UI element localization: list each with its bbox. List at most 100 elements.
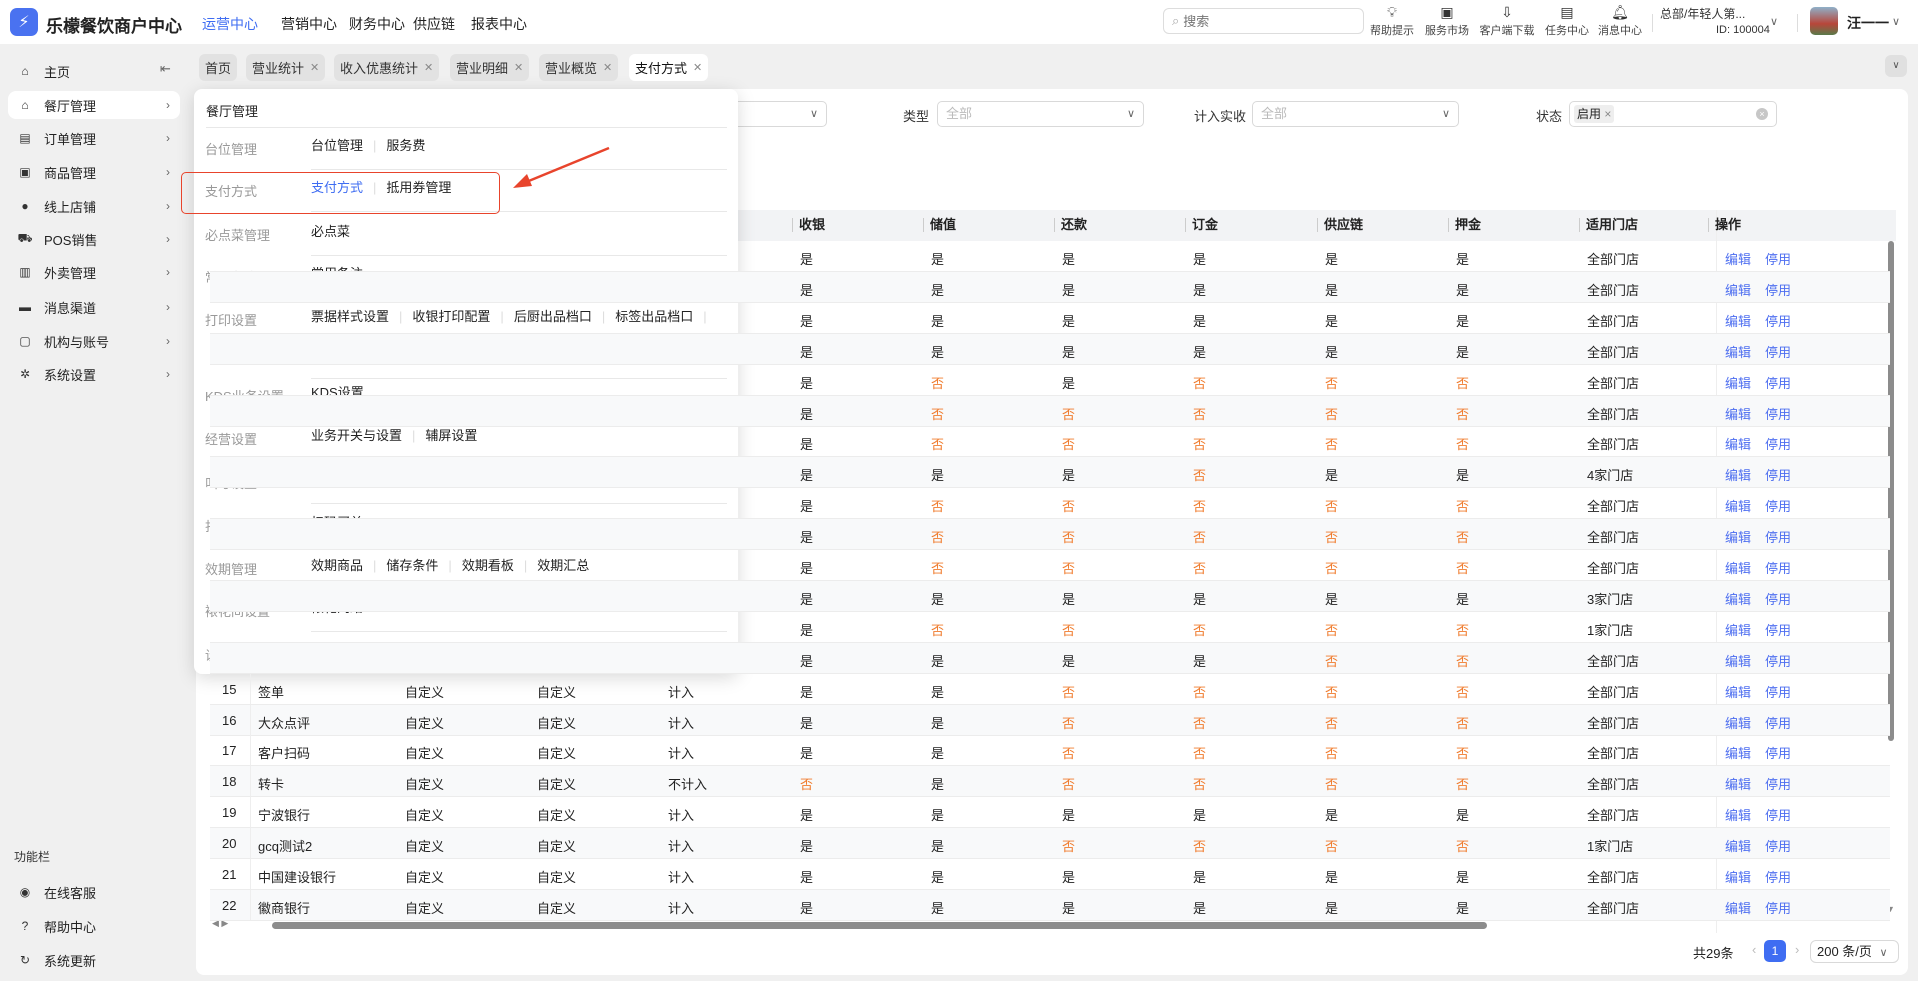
sidebar-item-4[interactable]: ● 线上店铺 › bbox=[8, 192, 180, 220]
edit-link[interactable]: 编辑 bbox=[1725, 713, 1751, 732]
topnav-0[interactable]: 运营中心 bbox=[202, 14, 258, 34]
chevron-down-icon[interactable]: ∨ bbox=[1770, 15, 1778, 28]
sidebar-item-7[interactable]: ▬ 消息渠道 › bbox=[8, 293, 180, 321]
prev-page-icon[interactable]: ‹ bbox=[1752, 942, 1756, 957]
menu-link[interactable]: 台位管理 bbox=[311, 138, 363, 153]
disable-link[interactable]: 停用 bbox=[1765, 713, 1791, 732]
edit-link[interactable]: 编辑 bbox=[1725, 898, 1751, 917]
disable-link[interactable]: 停用 bbox=[1765, 805, 1791, 824]
sidebar-bottom-1[interactable]: ? 帮助中心 bbox=[8, 912, 180, 940]
sidebar-item-3[interactable]: ▣ 商品管理 › bbox=[8, 158, 180, 186]
edit-link[interactable]: 编辑 bbox=[1725, 434, 1751, 453]
disable-link[interactable]: 停用 bbox=[1765, 774, 1791, 793]
disable-link[interactable]: 停用 bbox=[1765, 342, 1791, 361]
disable-link[interactable]: 停用 bbox=[1765, 280, 1791, 299]
disable-link[interactable]: 停用 bbox=[1765, 249, 1791, 268]
status-select[interactable]: 启用 × × bbox=[1569, 101, 1777, 127]
edit-link[interactable]: 编辑 bbox=[1725, 311, 1751, 330]
tool-bell[interactable]: 🔔︎ 消息中心 bbox=[1590, 4, 1650, 38]
income-select[interactable]: 全部 ∨ bbox=[1252, 101, 1459, 127]
edit-link[interactable]: 编辑 bbox=[1725, 342, 1751, 361]
sidebar-bottom-2[interactable]: ↻ 系统更新 bbox=[8, 946, 180, 974]
edit-link[interactable]: 编辑 bbox=[1725, 805, 1751, 824]
sidebar-item-1[interactable]: ⌂ 餐厅管理 › bbox=[8, 91, 180, 119]
disable-link[interactable]: 停用 bbox=[1765, 682, 1791, 701]
next-page-icon[interactable]: › bbox=[1795, 942, 1799, 957]
sidebar-item-2[interactable]: ▤ 订单管理 › bbox=[8, 124, 180, 152]
edit-link[interactable]: 编辑 bbox=[1725, 404, 1751, 423]
edit-link[interactable]: 编辑 bbox=[1725, 558, 1751, 577]
edit-link[interactable]: 编辑 bbox=[1725, 280, 1751, 299]
edit-link[interactable]: 编辑 bbox=[1725, 836, 1751, 855]
edit-link[interactable]: 编辑 bbox=[1725, 496, 1751, 515]
close-icon[interactable]: ✕ bbox=[310, 61, 319, 74]
search-box[interactable]: ⌕ bbox=[1163, 8, 1364, 34]
edit-link[interactable]: 编辑 bbox=[1725, 743, 1751, 762]
topnav-1[interactable]: 营销中心 bbox=[281, 14, 337, 34]
topnav-3[interactable]: 供应链 bbox=[413, 14, 455, 34]
clear-icon[interactable]: × bbox=[1756, 108, 1768, 120]
edit-link[interactable]: 编辑 bbox=[1725, 682, 1751, 701]
disable-link[interactable]: 停用 bbox=[1765, 496, 1791, 515]
tabs-more-button[interactable]: ∨ bbox=[1885, 55, 1907, 77]
disable-link[interactable]: 停用 bbox=[1765, 620, 1791, 639]
tab-2[interactable]: 收入优惠统计 ✕ bbox=[334, 54, 440, 81]
close-icon[interactable]: ✕ bbox=[693, 61, 702, 74]
chevron-down-icon[interactable]: ∨ bbox=[1892, 15, 1900, 28]
disable-link[interactable]: 停用 bbox=[1765, 558, 1791, 577]
tab-3[interactable]: 营业明细 ✕ bbox=[450, 54, 530, 81]
edit-link[interactable]: 编辑 bbox=[1725, 620, 1751, 639]
tool-download[interactable]: ⇩ 客户端下载 bbox=[1477, 4, 1537, 38]
tab-5[interactable]: 支付方式 ✕ bbox=[629, 54, 709, 81]
topnav-4[interactable]: 报表中心 bbox=[471, 14, 527, 34]
disable-link[interactable]: 停用 bbox=[1765, 836, 1791, 855]
disable-link[interactable]: 停用 bbox=[1765, 898, 1791, 917]
sidebar-item-8[interactable]: ▢ 机构与账号 › bbox=[8, 327, 180, 355]
sidebar-bottom-0[interactable]: ◉ 在线客服 bbox=[8, 878, 180, 906]
horizontal-scrollbar[interactable] bbox=[272, 922, 1487, 929]
status-tag[interactable]: 启用 × bbox=[1574, 105, 1615, 123]
edit-link[interactable]: 编辑 bbox=[1725, 589, 1751, 608]
disable-link[interactable]: 停用 bbox=[1765, 311, 1791, 330]
disable-link[interactable]: 停用 bbox=[1765, 465, 1791, 484]
edit-link[interactable]: 编辑 bbox=[1725, 249, 1751, 268]
disable-link[interactable]: 停用 bbox=[1765, 589, 1791, 608]
sidebar-item-9[interactable]: ✲ 系统设置 › bbox=[8, 360, 180, 388]
close-icon[interactable]: ✕ bbox=[424, 61, 433, 74]
org-selector[interactable]: 总部/年轻人第... bbox=[1660, 5, 1745, 22]
avatar[interactable] bbox=[1810, 7, 1838, 35]
tab-4[interactable]: 营业概览 ✕ bbox=[539, 54, 619, 81]
page-size-select[interactable]: 200 条/页 ∨ bbox=[1810, 940, 1899, 963]
edit-link[interactable]: 编辑 bbox=[1725, 867, 1751, 886]
close-icon[interactable]: × bbox=[1604, 107, 1611, 121]
user-name[interactable]: 汪一一 bbox=[1847, 13, 1889, 33]
disable-link[interactable]: 停用 bbox=[1765, 867, 1791, 886]
close-icon[interactable]: ✕ bbox=[514, 61, 523, 74]
tool-bag[interactable]: ▣ 服务市场 bbox=[1417, 4, 1477, 38]
edit-link[interactable]: 编辑 bbox=[1725, 527, 1751, 546]
sidebar-item-0[interactable]: ⌂ 主页 bbox=[8, 57, 180, 85]
sidebar-item-5[interactable]: ⛟ POS销售 › bbox=[8, 225, 180, 253]
disable-link[interactable]: 停用 bbox=[1765, 527, 1791, 546]
search-input[interactable] bbox=[1183, 13, 1334, 29]
edit-link[interactable]: 编辑 bbox=[1725, 651, 1751, 670]
close-icon[interactable]: ✕ bbox=[603, 61, 612, 74]
menu-link[interactable]: 服务费 bbox=[386, 138, 425, 153]
type-select[interactable]: 全部 ∨ bbox=[937, 101, 1144, 127]
tool-bulb[interactable]: 💡︎ 帮助提示 bbox=[1362, 4, 1422, 38]
edit-link[interactable]: 编辑 bbox=[1725, 465, 1751, 484]
disable-link[interactable]: 停用 bbox=[1765, 404, 1791, 423]
menu-link[interactable]: 必点菜 bbox=[311, 224, 350, 239]
sidebar-item-6[interactable]: ▥ 外卖管理 › bbox=[8, 258, 180, 286]
tab-1[interactable]: 营业统计 ✕ bbox=[246, 54, 326, 81]
disable-link[interactable]: 停用 bbox=[1765, 434, 1791, 453]
disable-link[interactable]: 停用 bbox=[1765, 651, 1791, 670]
disable-link[interactable]: 停用 bbox=[1765, 743, 1791, 762]
page-1-button[interactable]: 1 bbox=[1764, 940, 1786, 962]
edit-link[interactable]: 编辑 bbox=[1725, 774, 1751, 793]
tool-clipboard[interactable]: ▤ 任务中心 bbox=[1537, 4, 1597, 38]
tab-0[interactable]: 首页 bbox=[199, 54, 238, 81]
disable-link[interactable]: 停用 bbox=[1765, 373, 1791, 392]
edit-link[interactable]: 编辑 bbox=[1725, 373, 1751, 392]
topnav-2[interactable]: 财务中心 bbox=[349, 14, 405, 34]
